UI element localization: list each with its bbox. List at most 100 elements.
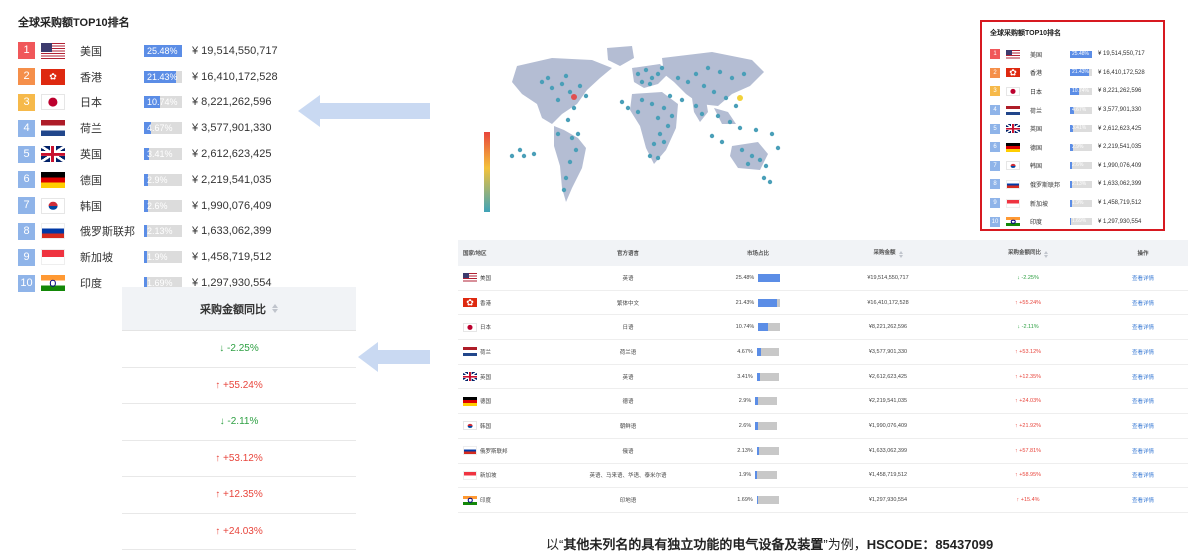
map-dot[interactable] bbox=[517, 147, 523, 153]
map-dot[interactable] bbox=[709, 133, 715, 139]
view-details-link[interactable]: 查看详情 bbox=[1098, 496, 1188, 504]
map-dot[interactable] bbox=[639, 79, 645, 85]
map-dot[interactable] bbox=[571, 105, 577, 111]
view-details-link[interactable]: 查看详情 bbox=[1098, 323, 1188, 331]
map-dot[interactable] bbox=[769, 131, 775, 137]
ranking-row[interactable]: 3 日本 10.74% ¥ 8,221,262,596 bbox=[990, 82, 1155, 101]
ranking-row[interactable]: 1 美国 25.48% ¥ 19,514,550,717 bbox=[990, 45, 1155, 64]
map-dot[interactable] bbox=[745, 161, 751, 167]
map-dot[interactable] bbox=[569, 135, 575, 141]
map-dot[interactable] bbox=[701, 83, 707, 89]
ranking-row[interactable]: 10 印度 1.69% ¥ 1,297,930,554 bbox=[990, 212, 1155, 231]
map-dot[interactable] bbox=[667, 93, 673, 99]
map-dot[interactable] bbox=[665, 123, 671, 129]
map-dot[interactable] bbox=[555, 97, 561, 103]
ranking-row[interactable]: 3 日本 10.74% ¥ 8,221,262,596 bbox=[18, 90, 288, 116]
map-dot[interactable] bbox=[649, 75, 655, 81]
map-dot[interactable] bbox=[567, 89, 573, 95]
yoy-column-header[interactable]: 采购金额同比 bbox=[122, 287, 356, 331]
map-dot[interactable] bbox=[699, 111, 705, 117]
map-dot[interactable] bbox=[761, 175, 767, 181]
map-dot[interactable] bbox=[775, 145, 781, 151]
map-color-legend[interactable] bbox=[484, 132, 490, 212]
header-yoy[interactable]: 采购金额同比 bbox=[958, 248, 1098, 258]
map-dot[interactable] bbox=[549, 85, 555, 91]
ranking-row[interactable]: 7 韩国 2.6% ¥ 1,990,076,409 bbox=[990, 157, 1155, 176]
ranking-row[interactable]: 1 美国 25.48% ¥ 19,514,550,717 bbox=[18, 38, 288, 64]
ranking-row[interactable]: 4 荷兰 4.67% ¥ 3,577,901,330 bbox=[18, 115, 288, 141]
map-dot[interactable] bbox=[727, 119, 733, 125]
view-details-link[interactable]: 查看详情 bbox=[1098, 274, 1188, 282]
view-details-link[interactable]: 查看详情 bbox=[1098, 471, 1188, 479]
map-dot[interactable] bbox=[567, 159, 573, 165]
map-dot[interactable] bbox=[577, 83, 583, 89]
map-dot[interactable] bbox=[565, 117, 571, 123]
map-dot[interactable] bbox=[509, 153, 515, 159]
map-dot[interactable] bbox=[767, 179, 773, 185]
map-dot[interactable] bbox=[659, 65, 665, 71]
map-dot[interactable] bbox=[575, 131, 581, 137]
map-dot[interactable] bbox=[561, 187, 567, 193]
ranking-row[interactable]: 6 德国 2.9% ¥ 2,219,541,035 bbox=[990, 138, 1155, 157]
map-dot[interactable] bbox=[693, 71, 699, 77]
map-marker-us[interactable] bbox=[571, 94, 577, 100]
map-dot[interactable] bbox=[763, 163, 769, 169]
map-dot[interactable] bbox=[539, 79, 545, 85]
ranking-row[interactable]: 5 英国 3.41% ¥ 2,612,623,425 bbox=[990, 119, 1155, 138]
map-dot[interactable] bbox=[679, 97, 685, 103]
map-dot[interactable] bbox=[739, 147, 745, 153]
ranking-row[interactable]: 6 德国 2.9% ¥ 2,219,541,035 bbox=[18, 167, 288, 193]
world-map[interactable] bbox=[482, 38, 792, 218]
ranking-row[interactable]: 2 香港 21.43% ¥ 16,410,172,528 bbox=[18, 64, 288, 90]
ranking-row[interactable]: 2 香港 21.43% ¥ 16,410,172,528 bbox=[990, 64, 1155, 83]
map-dot[interactable] bbox=[655, 71, 661, 77]
map-marker-jp[interactable] bbox=[737, 95, 743, 101]
ranking-row[interactable]: 8 俄罗斯联邦 2.13% ¥ 1,633,062,399 bbox=[18, 219, 288, 245]
map-dot[interactable] bbox=[685, 79, 691, 85]
map-dot[interactable] bbox=[715, 113, 721, 119]
map-dot[interactable] bbox=[729, 75, 735, 81]
map-dot[interactable] bbox=[639, 97, 645, 103]
map-dot[interactable] bbox=[669, 113, 675, 119]
map-dot[interactable] bbox=[583, 93, 589, 99]
ranking-row[interactable]: 9 新加坡 1.9% ¥ 1,458,719,512 bbox=[18, 244, 288, 270]
map-dot[interactable] bbox=[719, 139, 725, 145]
map-dot[interactable] bbox=[661, 105, 667, 111]
map-dot[interactable] bbox=[531, 151, 537, 157]
map-dot[interactable] bbox=[661, 139, 667, 145]
map-dot[interactable] bbox=[711, 89, 717, 95]
map-dot[interactable] bbox=[693, 103, 699, 109]
map-dot[interactable] bbox=[741, 71, 747, 77]
map-dot[interactable] bbox=[559, 81, 565, 87]
map-dot[interactable] bbox=[521, 153, 527, 159]
map-dot[interactable] bbox=[563, 175, 569, 181]
map-dot[interactable] bbox=[619, 99, 625, 105]
map-dot[interactable] bbox=[545, 75, 551, 81]
map-dot[interactable] bbox=[705, 65, 711, 71]
view-details-link[interactable]: 查看详情 bbox=[1098, 397, 1188, 405]
map-dot[interactable] bbox=[737, 125, 743, 131]
view-details-link[interactable]: 查看详情 bbox=[1098, 299, 1188, 307]
view-details-link[interactable]: 查看详情 bbox=[1098, 422, 1188, 430]
ranking-row[interactable]: 8 俄罗斯联邦 2.13% ¥ 1,633,062,399 bbox=[990, 175, 1155, 194]
map-dot[interactable] bbox=[647, 153, 653, 159]
map-dot[interactable] bbox=[555, 131, 561, 137]
ranking-row[interactable]: 9 新加坡 1.9% ¥ 1,458,719,512 bbox=[990, 194, 1155, 213]
map-dot[interactable] bbox=[635, 71, 641, 77]
ranking-row[interactable]: 7 韩国 2.6% ¥ 1,990,076,409 bbox=[18, 193, 288, 219]
map-dot[interactable] bbox=[749, 153, 755, 159]
map-dot[interactable] bbox=[655, 115, 661, 121]
map-dot[interactable] bbox=[625, 105, 631, 111]
ranking-row[interactable]: 5 英国 3.41% ¥ 2,612,623,425 bbox=[18, 141, 288, 167]
map-dot[interactable] bbox=[753, 127, 759, 133]
map-dot[interactable] bbox=[573, 147, 579, 153]
map-dot[interactable] bbox=[733, 103, 739, 109]
map-dot[interactable] bbox=[757, 157, 763, 163]
sort-icon[interactable] bbox=[272, 304, 278, 313]
map-dot[interactable] bbox=[649, 101, 655, 107]
header-amount[interactable]: 采购金额 bbox=[818, 248, 958, 258]
map-dot[interactable] bbox=[657, 131, 663, 137]
map-dot[interactable] bbox=[563, 73, 569, 79]
ranking-row[interactable]: 4 荷兰 4.67% ¥ 3,577,901,330 bbox=[990, 101, 1155, 120]
map-dot[interactable] bbox=[647, 81, 653, 87]
